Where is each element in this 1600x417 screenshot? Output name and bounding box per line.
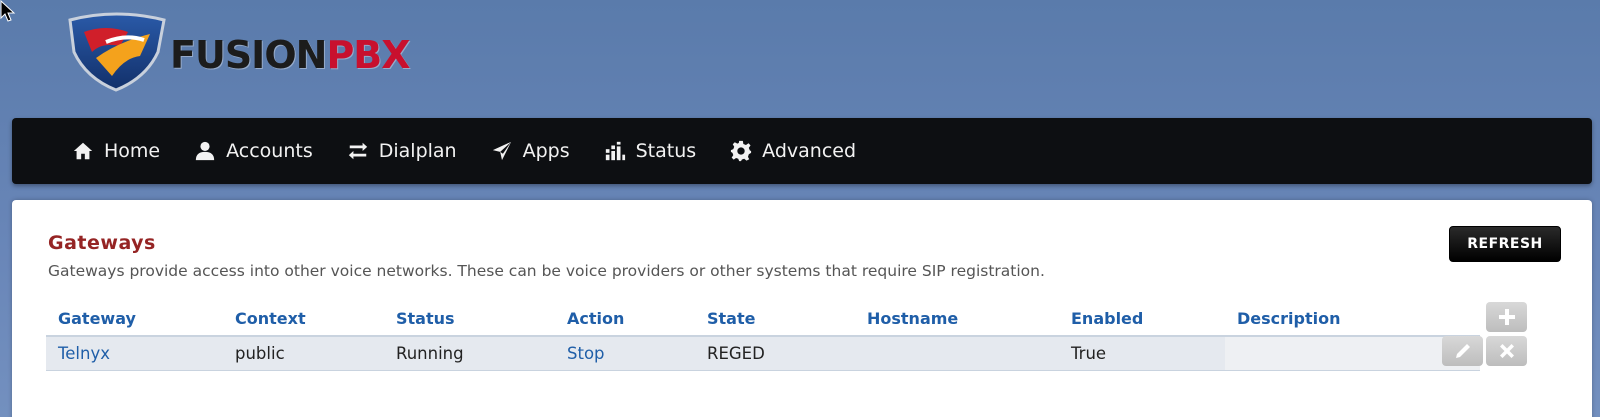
column-header-action[interactable]: Action	[555, 302, 695, 337]
user-icon	[195, 141, 215, 161]
brand-fusion: FUSION	[170, 33, 327, 77]
gateway-link[interactable]: Telnyx	[58, 344, 110, 363]
column-header-description[interactable]: Description	[1225, 302, 1480, 337]
x-icon	[1499, 344, 1514, 358]
cell-state: REGED	[695, 336, 855, 371]
cell-action: Stop	[555, 336, 695, 371]
cell-enabled: True	[1059, 336, 1225, 371]
nav-item-label: Apps	[522, 140, 570, 162]
nav-item-apps[interactable]: Apps	[491, 140, 570, 162]
transfer-icon	[348, 142, 367, 160]
gateways-table: Gateway Context Status Action State Host…	[46, 302, 1480, 371]
table-row[interactable]: Telnyx public Running Stop REGED True	[46, 336, 1480, 371]
nav-item-home[interactable]: Home	[72, 140, 160, 162]
pencil-icon	[1455, 344, 1470, 358]
home-icon	[73, 142, 93, 160]
nav-item-dialplan[interactable]: Dialplan	[347, 140, 457, 162]
signal-icon	[605, 141, 625, 161]
nav-item-label: Accounts	[226, 140, 313, 162]
main-navbar: Home Accounts Dialplan Apps Status Advan…	[12, 118, 1592, 184]
mouse-cursor-icon	[0, 0, 16, 22]
main-content: Gateways Gateways provide access into ot…	[12, 200, 1592, 417]
stop-link[interactable]: Stop	[567, 344, 605, 363]
nav-item-label: Status	[635, 140, 697, 162]
nav-item-status[interactable]: Status	[604, 140, 697, 162]
column-header-hostname[interactable]: Hostname	[855, 302, 1059, 337]
fusionpbx-logo[interactable]: FUSIONPBX	[66, 12, 411, 92]
nav-item-label: Advanced	[762, 140, 857, 162]
delete-gateway-button[interactable]	[1486, 336, 1527, 366]
refresh-button[interactable]: REFRESH	[1449, 226, 1561, 262]
table-header-row: Gateway Context Status Action State Host…	[46, 302, 1480, 337]
cell-hostname	[855, 336, 1059, 371]
cell-context: public	[223, 336, 384, 371]
nav-item-accounts[interactable]: Accounts	[194, 140, 313, 162]
page-title: Gateways	[48, 232, 156, 254]
cell-status: Running	[384, 336, 555, 371]
column-header-gateway[interactable]: Gateway	[46, 302, 223, 337]
add-gateway-button[interactable]	[1486, 302, 1527, 332]
nav-item-advanced[interactable]: Advanced	[730, 140, 856, 162]
logo-shield-icon	[68, 12, 166, 92]
column-header-context[interactable]: Context	[223, 302, 384, 337]
nav-item-label: Dialplan	[378, 140, 457, 162]
column-header-status[interactable]: Status	[384, 302, 555, 337]
nav-item-label: Home	[104, 140, 161, 162]
cell-gateway: Telnyx	[46, 336, 223, 371]
page-description: Gateways provide access into other voice…	[48, 262, 1045, 280]
brand-wordmark: FUSIONPBX	[170, 33, 411, 77]
gear-icon	[731, 140, 752, 162]
brand-pbx: PBX	[326, 33, 410, 77]
column-header-state[interactable]: State	[695, 302, 855, 337]
plus-icon	[1498, 309, 1515, 325]
edit-gateway-button[interactable]	[1442, 336, 1483, 366]
column-header-enabled[interactable]: Enabled	[1059, 302, 1225, 337]
send-icon	[492, 141, 511, 161]
